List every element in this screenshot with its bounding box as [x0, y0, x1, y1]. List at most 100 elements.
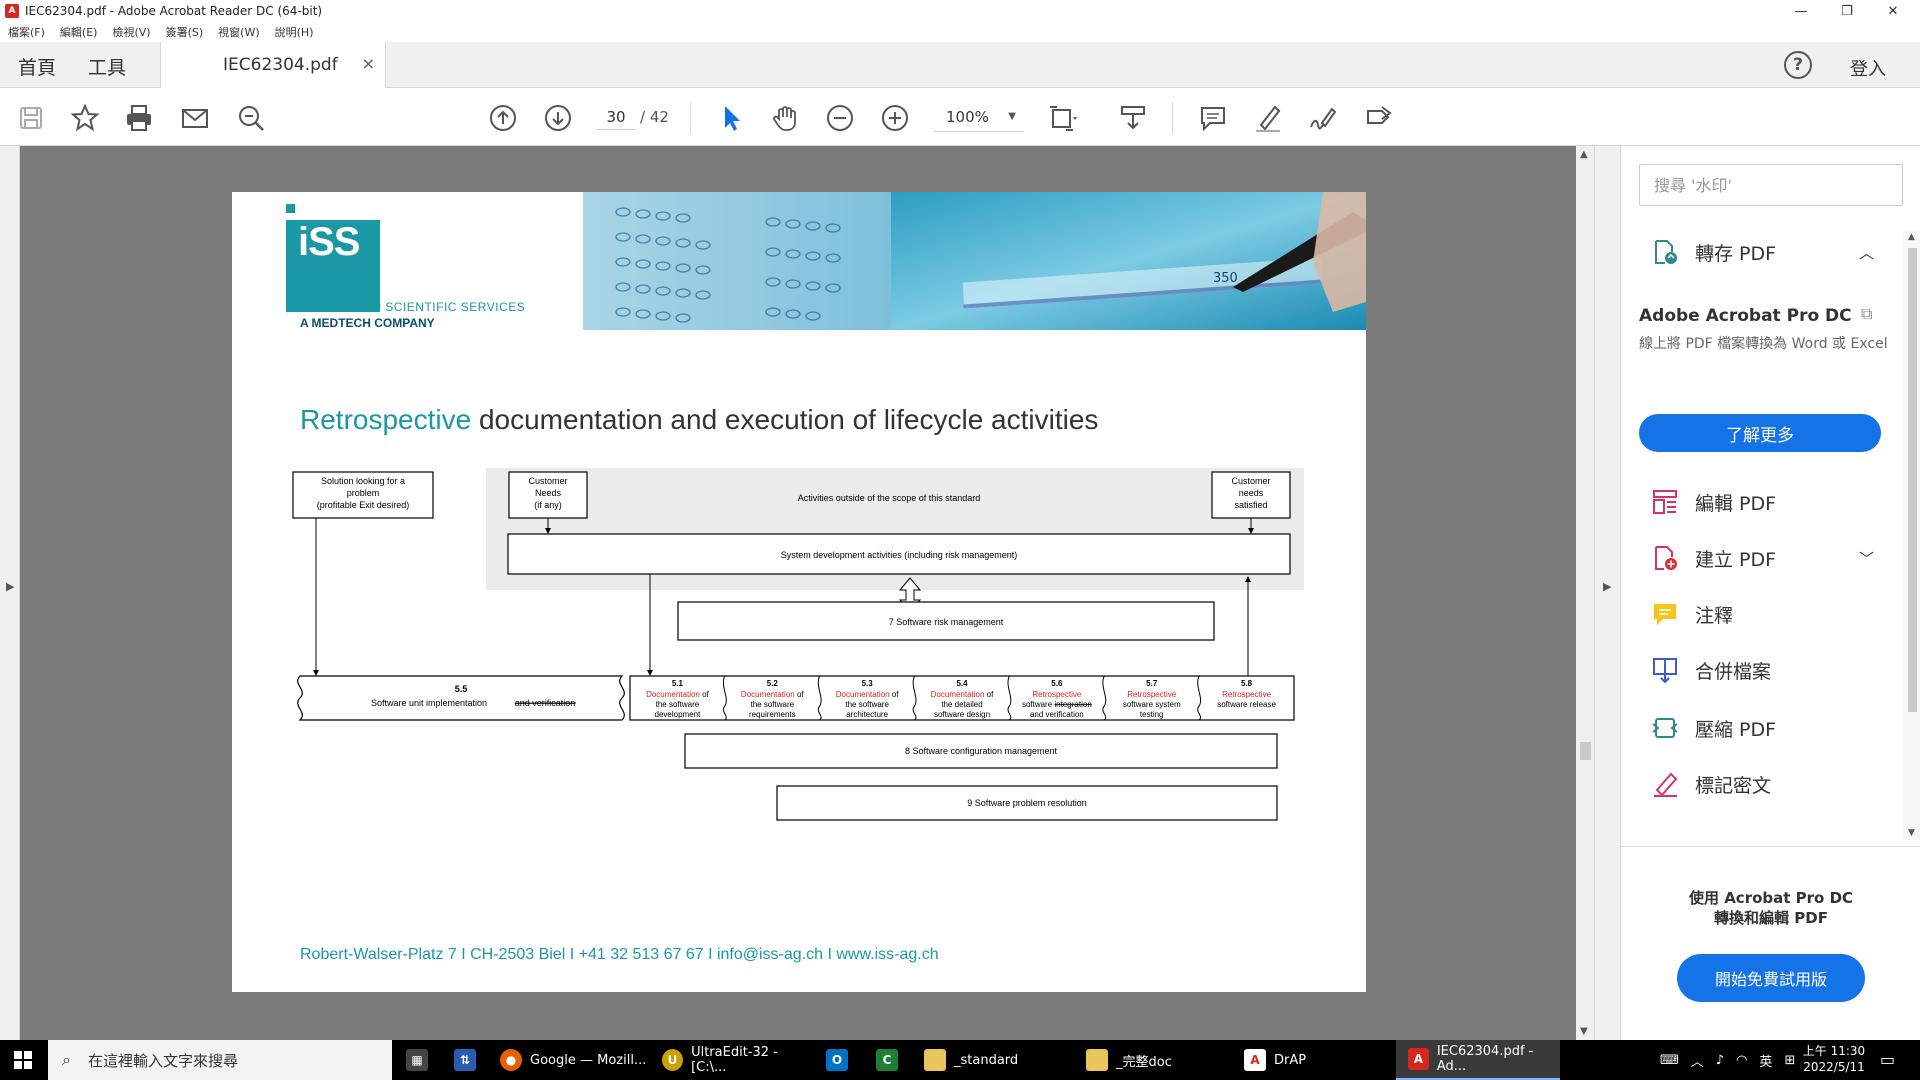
sign-icon[interactable] — [1308, 103, 1338, 133]
zoom-search-icon[interactable] — [236, 103, 266, 133]
title-highlight: Retrospective — [300, 404, 472, 435]
redact-icon — [1651, 770, 1679, 798]
taskbar-app-label: _完整doc — [1116, 1054, 1172, 1070]
windows-start-icon[interactable] — [14, 1051, 32, 1069]
tool-redact[interactable]: 標記密文 — [1651, 768, 1771, 800]
zoom-out-icon[interactable] — [825, 103, 855, 133]
search-icon: ⌕ — [62, 1050, 71, 1069]
menu-window[interactable]: 視窗(W) — [218, 24, 259, 40]
hand-tool-icon[interactable] — [770, 103, 800, 133]
pane-scroll-up-icon[interactable]: ▲ — [1908, 232, 1915, 242]
print-icon[interactable] — [124, 103, 154, 133]
learn-more-button[interactable]: 了解更多 — [1639, 414, 1881, 452]
folder-icon — [924, 1049, 946, 1071]
pro-cta-line2: 轉換和編輯 PDF — [1714, 909, 1828, 927]
taskbar-search-placeholder: 在這裡輸入文字來搜尋 — [88, 1051, 239, 1070]
pane-scroll-thumb[interactable] — [1908, 248, 1917, 712]
menu-help[interactable]: 說明(H) — [275, 24, 314, 40]
taskbar-app-calc[interactable]: C — [876, 1040, 906, 1080]
taskbar-app-acrobat[interactable]: A IEC62304.pdf - Ad... — [1396, 1040, 1560, 1080]
taskbar-search[interactable]: ⌕ 在這裡輸入文字來搜尋 — [48, 1040, 392, 1080]
taskbar-app-drap[interactable]: A DrAP — [1244, 1040, 1384, 1080]
tools-pane-scrollbar[interactable]: ▲ ▼ — [1903, 230, 1920, 840]
menu-file[interactable]: 檔案(F) — [8, 24, 45, 40]
edit-pdf-label: 編輯 PDF — [1695, 492, 1777, 515]
taskbar-app-folder-doc[interactable]: _完整doc — [1086, 1040, 1236, 1080]
document-scrollbar[interactable]: ▲ ▼ — [1576, 146, 1594, 1040]
chevron-up-icon[interactable]: ︿ — [1859, 242, 1874, 263]
unit-impl-label: Software unit implementation — [371, 698, 487, 708]
taskbar-app-outlook[interactable]: O — [826, 1040, 856, 1080]
scroll-down-icon[interactable]: ▼ — [1580, 1026, 1588, 1037]
close-tab-icon[interactable]: × — [362, 54, 375, 73]
close-window-button[interactable]: ✕ — [1870, 0, 1916, 22]
sign-in-link[interactable]: 登入 — [1850, 55, 1886, 81]
taskbar-app-network[interactable]: ⇅ — [454, 1040, 484, 1080]
tool-compress-pdf[interactable]: 壓縮 PDF — [1651, 712, 1776, 744]
promo-title: Adobe Acrobat Pro DC — [1639, 306, 1852, 326]
comment-icon[interactable] — [1198, 103, 1228, 133]
document-viewport[interactable]: ▶ iSS INTEGRATED SCIENTIFIC SERVICES A M… — [0, 146, 1620, 1040]
taskbar-clock[interactable]: 上午 11:30 2022/5/11 — [1794, 1043, 1874, 1075]
scroll-mode-icon[interactable] — [1118, 103, 1148, 133]
page-down-icon[interactable] — [543, 103, 573, 133]
tool-combine-files[interactable]: 合併檔案 — [1651, 654, 1771, 686]
right-panel-toggle[interactable]: ▶ — [1594, 146, 1620, 1040]
activity-label-line1: Retrospective — [1222, 690, 1271, 699]
page-up-icon[interactable] — [488, 103, 518, 133]
customer-satisfied-line1: Customer — [1231, 476, 1270, 486]
tools-search-input[interactable] — [1639, 164, 1903, 206]
activity-number: 5.4 — [956, 679, 968, 688]
tray-expand-icon[interactable]: ︿ — [1691, 1051, 1704, 1070]
tab-home[interactable]: 首頁 — [18, 53, 56, 80]
tools-pane: 轉存 PDF ︿ Adobe Acrobat Pro DC ⧉ 線上將 PDF … — [1620, 146, 1920, 1040]
free-trial-button[interactable]: 開始免費試用版 — [1677, 954, 1865, 1002]
tool-create-pdf[interactable]: 建立 PDF — [1651, 542, 1776, 574]
tool-export-pdf[interactable]: 轉存 PDF — [1651, 236, 1776, 268]
tool-edit-pdf[interactable]: 編輯 PDF — [1651, 486, 1776, 518]
ime-indicator[interactable]: 英 — [1759, 1051, 1772, 1070]
share-icon[interactable] — [1364, 103, 1394, 133]
chevron-down-icon[interactable]: ﹀ — [1859, 548, 1874, 569]
menu-edit[interactable]: 編輯(E) — [60, 24, 98, 40]
taskbar-app-folder-standard[interactable]: _standard — [924, 1040, 1074, 1080]
wifi-icon[interactable]: ◠ — [1736, 1053, 1747, 1068]
taskbar-app-firefox[interactable]: ● Google — Mozill... — [500, 1040, 650, 1080]
activity-label-line3: development — [655, 710, 702, 719]
volume-icon[interactable]: ♪ — [1716, 1053, 1724, 1068]
clock-date: 2022/5/11 — [1803, 1060, 1865, 1074]
tool-comment[interactable]: 注釋 — [1651, 598, 1733, 630]
select-cursor-icon[interactable] — [716, 103, 746, 133]
page-number-input[interactable] — [596, 104, 636, 130]
save-icon[interactable] — [16, 103, 46, 133]
scroll-up-icon[interactable]: ▲ — [1580, 149, 1588, 160]
pane-scroll-down-icon[interactable]: ▼ — [1908, 828, 1915, 838]
zoom-level-dropdown[interactable]: 100% ▼ — [934, 102, 1024, 132]
notification-icon[interactable]: ▭ — [1880, 1050, 1895, 1069]
taskbar-app-ultraedit[interactable]: U UltraEdit-32 - [C:\... — [662, 1040, 812, 1080]
highlight-pen-icon[interactable] — [1253, 103, 1283, 133]
help-icon[interactable]: ? — [1784, 51, 1812, 79]
fit-page-icon[interactable] — [1048, 103, 1078, 133]
logo-subtitle: INTEGRATED SCIENTIFIC SERVICES — [300, 300, 526, 314]
restore-button[interactable]: ❐ — [1824, 0, 1870, 22]
window-title: IEC62304.pdf - Adobe Acrobat Reader DC (… — [25, 4, 323, 18]
bookmark-star-icon[interactable] — [70, 103, 100, 133]
export-pdf-icon — [1651, 238, 1679, 266]
email-icon[interactable] — [180, 103, 210, 133]
left-panel-toggle[interactable]: ▶ — [0, 146, 20, 1040]
firefox-icon: ● — [500, 1049, 522, 1071]
activity-number: 5.8 — [1241, 679, 1253, 688]
zoom-in-icon[interactable] — [880, 103, 910, 133]
spreadsheet-icon: C — [876, 1049, 898, 1071]
system-dev-label: System development activities (including… — [781, 550, 1018, 560]
tab-document[interactable]: IEC62304.pdf × — [160, 42, 386, 88]
menu-sign[interactable]: 簽署(S) — [166, 24, 204, 40]
scroll-thumb[interactable] — [1580, 742, 1591, 760]
taskbar-app-task-view[interactable]: ▦ — [406, 1040, 436, 1080]
solution-line2: problem — [347, 488, 380, 498]
tab-tools[interactable]: 工具 — [88, 53, 126, 80]
keyboard-icon[interactable]: ⌨ — [1660, 1053, 1679, 1068]
minimize-button[interactable]: — — [1778, 0, 1824, 22]
menu-view[interactable]: 檢視(V) — [112, 24, 150, 40]
